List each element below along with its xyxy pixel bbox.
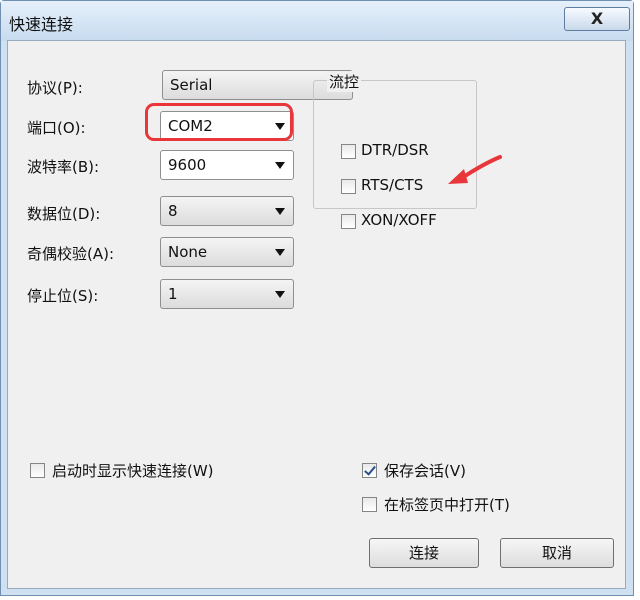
baud-rate-label: 波特率(B): [27,158,100,176]
data-bits-label: 数据位(D): [27,205,101,223]
baud-rate-value: 9600 [168,156,207,174]
close-icon: X [590,9,604,28]
save-session-label: 保存会话(V) [384,462,466,480]
baud-rate-select[interactable]: 9600 [160,150,294,180]
chevron-down-icon [275,291,285,298]
title-bar: 快速连接 X [1,1,633,41]
rts-cts-label: RTS/CTS [361,176,424,194]
connect-button[interactable]: 连接 [369,538,479,568]
port-label: 端口(O): [27,119,86,137]
stop-bits-label: 停止位(S): [27,287,99,305]
parity-label: 奇偶校验(A): [27,245,115,263]
baud-rate-highlight [145,103,293,141]
open-in-tab-label: 在标签页中打开(T) [384,496,510,514]
data-bits-value: 8 [168,202,178,220]
parity-select[interactable]: None [160,237,294,267]
show-on-startup-checkbox[interactable] [30,463,45,478]
data-bits-select[interactable]: 8 [160,196,294,226]
flow-control-title: 流控 [327,71,362,92]
save-session-checkbox[interactable] [362,463,377,478]
xon-xoff-checkbox[interactable] [341,214,356,229]
parity-value: None [168,243,208,261]
open-in-tab-checkbox[interactable] [362,497,377,512]
dtr-dsr-checkbox[interactable] [341,144,356,159]
rts-cts-checkbox[interactable] [341,179,356,194]
close-button[interactable]: X [564,7,630,31]
stop-bits-value: 1 [168,285,178,303]
chevron-down-icon [275,208,285,215]
show-on-startup-label: 启动时显示快速连接(W) [52,462,214,480]
chevron-down-icon [275,249,285,256]
cancel-button[interactable]: 取消 [500,538,614,568]
dtr-dsr-label: DTR/DSR [361,141,429,159]
chevron-down-icon [275,162,285,169]
annotation-arrow-icon [448,155,502,184]
xon-xoff-label: XON/XOFF [361,211,437,229]
dialog-title: 快速连接 [9,15,74,34]
protocol-value: Serial [170,76,213,94]
protocol-label: 协议(P): [27,79,83,97]
stop-bits-select[interactable]: 1 [160,279,294,309]
